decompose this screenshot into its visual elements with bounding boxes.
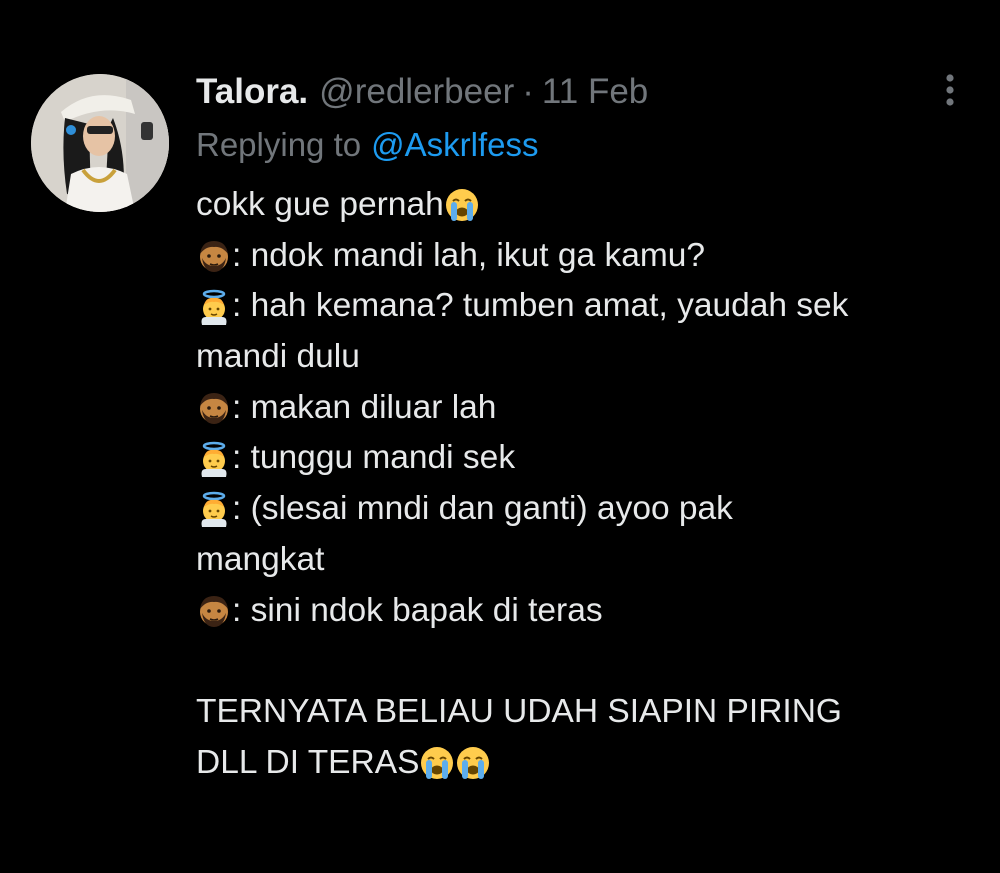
tweet-text-line: DLL DI TERAS (196, 738, 976, 789)
more-vertical-icon (946, 74, 954, 106)
tweet-text-segment: TERNYATA BELIAU UDAH SIAPIN PIRING (196, 692, 842, 730)
tweet-text-line: cokk gue pernah (196, 180, 976, 231)
tweet-card: Talora. @redlerbeer · 11 Feb Replying to… (0, 0, 1000, 873)
angel-emoji (196, 289, 232, 325)
separator-dot: · (522, 72, 534, 111)
tweet-text-segment: cokk gue pernah (196, 186, 444, 223)
user-handle[interactable]: @redlerbeer (319, 72, 514, 112)
tweet-text-segment: mandi dulu (196, 338, 360, 376)
tweet-text-segment: : hah kemana? tumben amat, yaudah sek (232, 287, 849, 325)
tweet-text-line: : makan diluar lah (196, 383, 976, 434)
tweet-text-line (196, 636, 976, 687)
tweet-text-segment: : ndok mandi lah, ikut ga kamu? (232, 236, 705, 274)
more-options-button[interactable] (930, 70, 970, 110)
tweet-text-segment: : sini ndok bapak di teras (232, 591, 603, 629)
avatar[interactable] (31, 74, 169, 212)
tweet-text-segment: DLL DI TERAS (196, 743, 420, 781)
replying-to-line: Replying to @Askrlfess (196, 124, 538, 166)
tweet-text-line: mangkat (196, 535, 976, 586)
replying-prefix: Replying to (196, 126, 362, 163)
tweet-text-line: TERNYATA BELIAU UDAH SIAPIN PIRING (196, 687, 976, 738)
tweet-text-segment: : (slesai mndi dan ganti) ayoo pak (232, 490, 733, 528)
man-emoji (196, 238, 232, 274)
tweet-text-segment: : tunggu mandi sek (232, 439, 516, 477)
man-emoji (196, 390, 232, 426)
profile-photo (31, 74, 169, 212)
crying-face-emoji (444, 187, 480, 223)
tweet-text: cokk gue pernah : ndok mandi lah, ikut ga… (196, 180, 976, 788)
angel-emoji (196, 441, 232, 477)
crying-face-emoji (455, 745, 491, 781)
tweet-text-line: : hah kemana? tumben amat, yaudah sek (196, 281, 976, 332)
angel-emoji (196, 491, 232, 528)
tweet-text-line: : tunggu mandi sek (196, 433, 976, 484)
tweet-text-segment: mangkat (196, 540, 325, 578)
tweet-text-line: : sini ndok bapak di teras (196, 586, 976, 637)
tweet-header: Talora. @redlerbeer · 11 Feb (196, 70, 648, 114)
tweet-text-line: mandi dulu (196, 332, 976, 383)
man-emoji (196, 593, 232, 629)
tweet-text-line: : (slesai mndi dan ganti) ayoo pak (196, 484, 976, 535)
crying-face-emoji (419, 745, 455, 781)
timestamp[interactable]: 11 Feb (542, 72, 648, 112)
tweet-text-line: : ndok mandi lah, ikut ga kamu? (196, 231, 976, 282)
tweet-text-segment: : makan diluar lah (232, 388, 497, 426)
display-name[interactable]: Talora. (196, 72, 308, 112)
reply-target-link[interactable]: @Askrlfess (371, 126, 538, 164)
